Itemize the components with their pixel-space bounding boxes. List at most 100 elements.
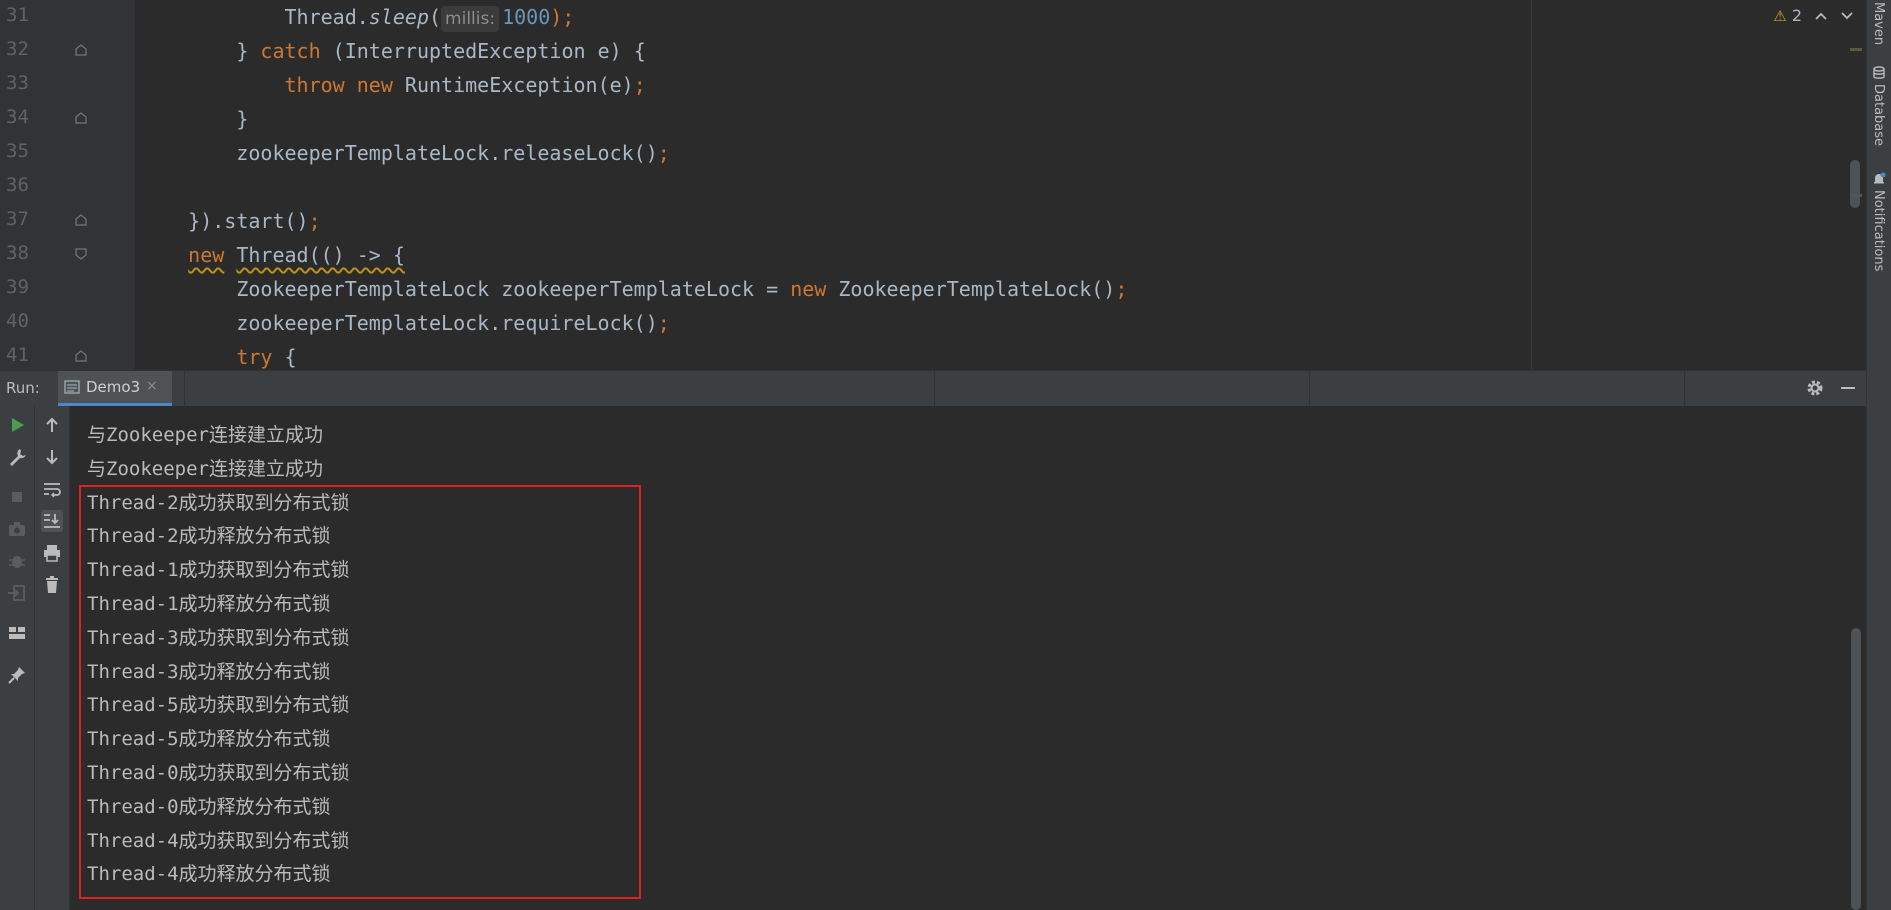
fold-marker-icon[interactable] [74, 349, 88, 363]
console-scrollbar[interactable] [1846, 406, 1866, 910]
code-line[interactable]: } catch (InterruptedException e) { [140, 34, 646, 68]
editor-scrollbar[interactable] [1848, 0, 1862, 370]
header-divider [1309, 371, 1310, 407]
bug-icon[interactable] [6, 550, 28, 572]
pin-icon[interactable] [6, 664, 28, 686]
code-token: ; [633, 73, 646, 97]
database-icon [1873, 66, 1885, 79]
fold-marker-icon[interactable] [74, 247, 88, 261]
close-tab-button[interactable]: × [146, 378, 158, 394]
scroll-to-end-icon[interactable] [41, 510, 63, 532]
maven-tool-tab[interactable]: Maven [1871, 2, 1886, 45]
code-token: ; [657, 141, 670, 165]
chevron-up-icon[interactable] [1814, 11, 1828, 21]
header-divider [184, 371, 185, 407]
run-label: Run: [6, 379, 40, 397]
inspection-widget[interactable]: ⚠ 2 [1773, 6, 1802, 25]
gutter-line: 39 [0, 272, 135, 306]
code-line[interactable]: }).start(); [140, 204, 320, 238]
database-tool-tab[interactable]: Database [1871, 84, 1886, 146]
scroll-marker [1850, 48, 1862, 51]
right-margin-guide [1531, 0, 1532, 370]
code-token: try [236, 345, 273, 369]
right-tool-strip: Maven Database Notifications [1866, 0, 1891, 910]
gutter-line: 37 [0, 204, 135, 238]
code-line[interactable]: ZookeeperTemplateLock zookeeperTemplateL… [140, 272, 1127, 306]
minimize-icon[interactable] [1838, 378, 1858, 398]
code-token: Thread(() -> { [236, 243, 405, 267]
fold-marker-icon[interactable] [74, 43, 88, 57]
code-token: new [790, 277, 827, 301]
code-line[interactable]: new Thread(() -> { [140, 238, 405, 272]
code-line[interactable]: zookeeperTemplateLock.requireLock(); [140, 306, 670, 340]
code-token: zookeeperTemplateLock.releaseLock() [140, 141, 658, 165]
editor-inspection-status[interactable]: ⚠ 2 [1773, 6, 1854, 25]
code-token: ( [429, 5, 442, 29]
stop-icon[interactable] [6, 486, 28, 508]
gutter-line: 33 [0, 68, 135, 102]
gutter-line: 36 [0, 170, 135, 204]
layout-icon[interactable] [6, 622, 28, 644]
code-editor[interactable]: 31 32 33 34 35 36 37 38 39 40 41 Thread.sleep(mill… [0, 0, 1866, 370]
line-number: 35 [6, 140, 29, 162]
print-icon[interactable] [41, 542, 63, 564]
line-number: 31 [6, 4, 29, 26]
gear-icon[interactable] [1805, 378, 1825, 398]
fold-marker-icon[interactable] [74, 213, 88, 227]
code-token: { [272, 345, 297, 369]
code-token: new [188, 243, 225, 267]
code-token: throw new [284, 73, 393, 97]
run-toolbar-secondary [35, 406, 70, 910]
code-line[interactable]: } [140, 102, 248, 136]
warning-icon: ⚠ [1773, 7, 1787, 25]
line-number: 38 [6, 242, 29, 264]
gutter-line: 32 [0, 34, 135, 68]
warning-count: 2 [1791, 6, 1802, 25]
code-token: ); [550, 5, 575, 29]
trash-icon[interactable] [41, 574, 63, 596]
run-panel-header: Run: Demo3 × [0, 370, 1866, 407]
wrench-icon[interactable] [6, 446, 28, 468]
code-token: ; [657, 311, 670, 335]
line-number: 36 [6, 174, 29, 196]
arrow-down-icon[interactable] [41, 446, 63, 468]
code-token: (InterruptedException e) { [320, 39, 646, 63]
parameter-hint: millis: [441, 6, 500, 32]
code-line[interactable]: try { [140, 340, 297, 370]
code-line[interactable]: Thread.sleep(millis: 1000); [140, 0, 574, 34]
line-number: 39 [6, 276, 29, 298]
code-token: ; [1115, 277, 1128, 301]
editor-scroll-thumb[interactable] [1850, 160, 1860, 208]
tab-demo3[interactable]: Demo3 × [58, 371, 172, 406]
code-token: RuntimeException(e) [392, 73, 634, 97]
arrow-up-icon[interactable] [41, 414, 63, 436]
login-icon[interactable] [6, 582, 28, 604]
code-token: 1000 [502, 5, 551, 29]
code-token: Thread. [140, 5, 369, 29]
fold-marker-icon[interactable] [74, 111, 88, 125]
camera-icon[interactable] [6, 518, 28, 540]
console-line: 与Zookeeper连接建立成功 [87, 457, 323, 480]
gutter-line: 35 [0, 136, 135, 170]
code-line[interactable]: zookeeperTemplateLock.releaseLock(); [140, 136, 670, 170]
notifications-tool-tab[interactable]: Notifications [1871, 190, 1886, 271]
line-number: 40 [6, 310, 29, 332]
code-token: }).start() [140, 209, 309, 233]
rerun-icon[interactable] [6, 414, 28, 436]
gutter-line: 31 [0, 0, 135, 34]
code-line[interactable]: throw new RuntimeException(e); [140, 68, 646, 102]
soft-wrap-icon[interactable] [41, 478, 63, 500]
editor-gutter: 31 32 33 34 35 36 37 38 39 40 41 [0, 0, 135, 370]
console-icon [64, 380, 80, 394]
scroll-marker [1850, 194, 1862, 197]
code-token: } [140, 39, 261, 63]
gutter-line: 38 [0, 238, 135, 272]
console-scroll-thumb[interactable] [1851, 628, 1861, 910]
console-output[interactable]: 与Zookeeper连接建立成功 与Zookeeper连接建立成功 Thread-2… [70, 406, 1846, 910]
gutter-line: 40 [0, 306, 135, 340]
line-number: 32 [6, 38, 29, 60]
